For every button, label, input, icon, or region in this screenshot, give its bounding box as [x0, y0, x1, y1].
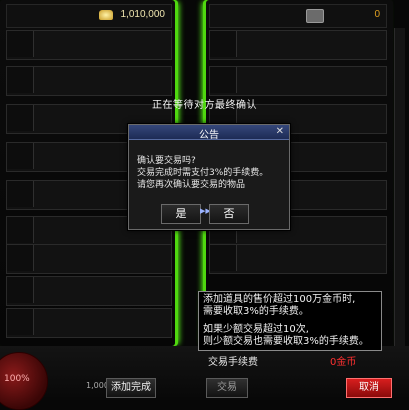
item-cell[interactable]: [7, 245, 34, 271]
my-item-slot[interactable]: [6, 308, 172, 338]
partner-item-slot[interactable]: [209, 66, 387, 96]
my-money-row: 1,010,000: [6, 4, 172, 28]
my-item-slot[interactable]: [6, 66, 172, 96]
my-item-slot[interactable]: [6, 276, 172, 306]
fee-tooltip: 添加道具的售价超过100万金币时, 需要收取3%的手续费。 如果少额交易超过10…: [198, 291, 382, 351]
scrollbar[interactable]: [394, 28, 405, 346]
partner-item-slot[interactable]: [209, 244, 387, 274]
item-cell[interactable]: [7, 67, 34, 93]
dialog-message: 确认要交易吗? 交易完成时需支付3%的手续费。 请您再次确认要交易的物品: [137, 155, 268, 191]
money-bag-icon: [306, 9, 324, 23]
item-cell[interactable]: [210, 31, 237, 57]
tooltip-line: 如果少额交易超过10次,: [203, 324, 309, 335]
health-orb-text: 100%: [4, 374, 30, 384]
item-cell[interactable]: [7, 277, 34, 303]
my-money-amount: 1,010,000: [120, 9, 166, 20]
close-icon[interactable]: ✕: [276, 126, 284, 137]
tooltip-line: 需要收取3%的手续费。: [203, 306, 309, 317]
add-complete-button[interactable]: 添加完成: [106, 378, 156, 398]
notice-dialog: 公告 ✕ 确认要交易吗? 交易完成时需支付3%的手续费。 请您再次确认要交易的物…: [128, 124, 290, 230]
item-cell[interactable]: [7, 143, 34, 169]
my-item-slot[interactable]: [6, 244, 172, 274]
no-button[interactable]: 否: [209, 204, 249, 224]
item-cell[interactable]: [210, 67, 237, 93]
trade-fee-label: 交易手续费: [208, 357, 258, 368]
dialog-title: 公告: [199, 130, 219, 141]
cancel-button[interactable]: 取消: [346, 378, 392, 398]
dialog-line: 确认要交易吗?: [137, 156, 196, 166]
waiting-confirmation-text: 正在等待对方最终确认: [152, 100, 257, 111]
trade-fee-amount: 0金币: [330, 357, 357, 368]
tooltip-line: 则少额交易也需要收取3%的手续费。: [203, 336, 369, 347]
my-item-slot[interactable]: [6, 30, 172, 60]
item-cell[interactable]: [7, 31, 34, 57]
gold-coin-icon: [99, 10, 113, 20]
trade-button[interactable]: 交易: [206, 378, 248, 398]
tooltip-line: 添加道具的售价超过100万金币时,: [203, 294, 356, 305]
item-cell[interactable]: [7, 217, 34, 243]
partner-money-amount: 0: [374, 9, 380, 20]
item-cell[interactable]: [210, 245, 237, 271]
dialog-title-bar[interactable]: 公告 ✕: [129, 125, 289, 141]
dialog-line: 交易完成时需支付3%的手续费。: [137, 168, 269, 178]
item-cell[interactable]: [7, 181, 34, 207]
item-cell[interactable]: [7, 309, 34, 335]
yes-button[interactable]: 是: [161, 204, 201, 224]
dialog-line: 请您再次确认要交易的物品: [137, 180, 246, 190]
partner-item-slot[interactable]: [209, 30, 387, 60]
partner-money-row: 0: [209, 4, 387, 28]
